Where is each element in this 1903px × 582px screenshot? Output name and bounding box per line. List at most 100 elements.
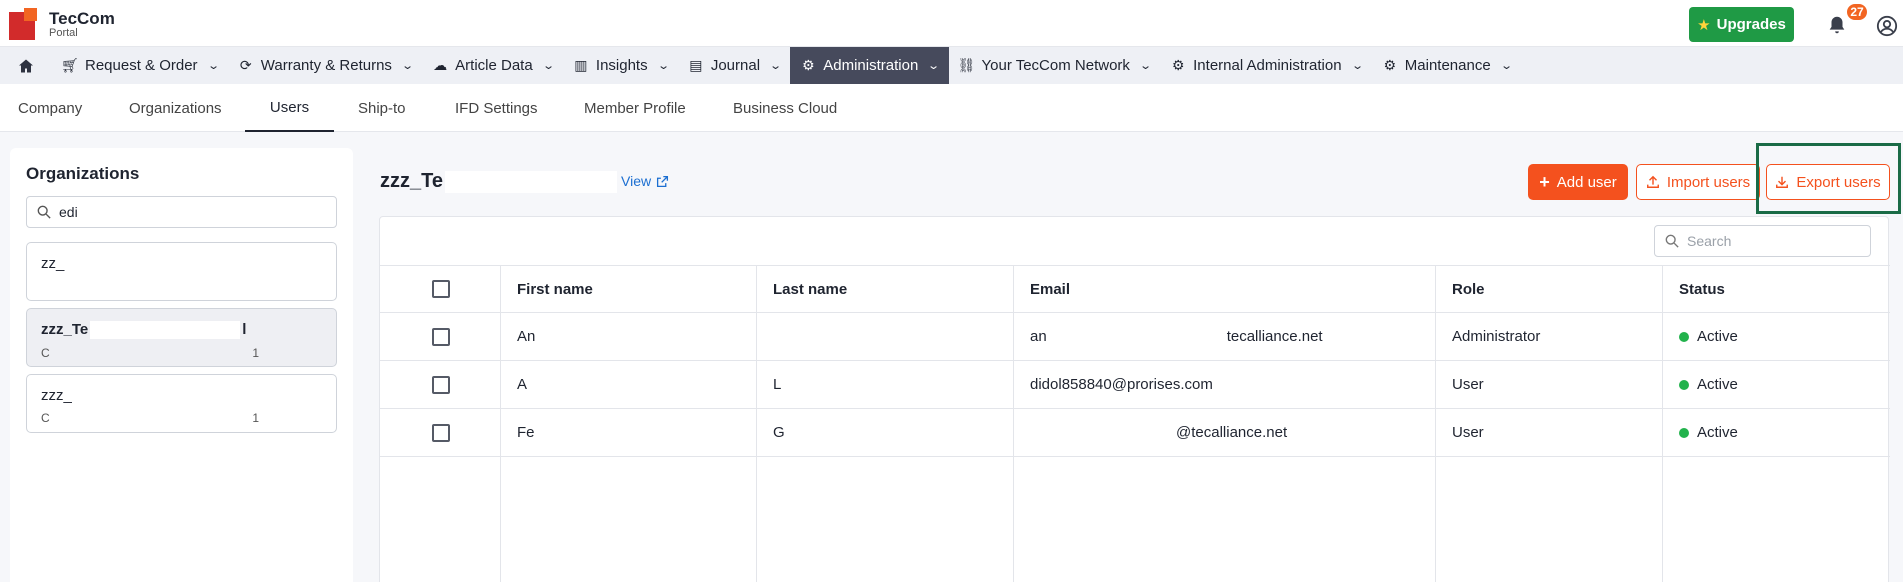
search-icon bbox=[1665, 234, 1679, 248]
cell-email: @tecalliance.net bbox=[1030, 409, 1287, 456]
search-icon bbox=[37, 205, 51, 219]
nav-administration[interactable]: ⚙︎ Administration ⌄ bbox=[790, 47, 949, 84]
table-row[interactable]: Fe G @tecalliance.net User Active bbox=[380, 409, 1890, 457]
upgrades-button[interactable]: ★ Upgrades bbox=[1689, 7, 1794, 42]
select-all-checkbox[interactable] bbox=[432, 280, 450, 298]
returns-icon: ⟳ bbox=[239, 57, 252, 73]
org-name: zzz_Te l bbox=[41, 321, 247, 340]
nav-warranty-returns[interactable]: ⟳ Warranty & Returns ⌄ bbox=[228, 47, 422, 84]
row-checkbox[interactable] bbox=[432, 327, 450, 346]
org-subtitle: C1 bbox=[41, 346, 259, 361]
status-active-icon bbox=[1679, 379, 1689, 390]
row-checkbox[interactable] bbox=[432, 423, 450, 442]
column-header-email[interactable]: Email bbox=[1030, 266, 1070, 312]
bell-icon[interactable] bbox=[1826, 14, 1848, 36]
upgrades-label: Upgrades bbox=[1716, 16, 1786, 33]
nav-label: Insights bbox=[595, 57, 648, 74]
org-list-item-selected[interactable]: zzz_Te l C1 bbox=[26, 308, 337, 367]
add-user-button[interactable]: + Add user bbox=[1528, 164, 1628, 200]
org-name: zz_ bbox=[41, 255, 65, 272]
nav-maintenance[interactable]: ⚙︎ Maintenance ⌄ bbox=[1372, 47, 1521, 84]
chevron-down-icon: ⌄ bbox=[1499, 60, 1513, 72]
external-link-icon bbox=[657, 175, 669, 187]
cogs-icon: ⚙︎ bbox=[1171, 57, 1185, 73]
nav-label: Journal bbox=[710, 57, 761, 74]
nav-home[interactable] bbox=[0, 47, 52, 84]
search-placeholder: Search bbox=[1687, 233, 1732, 249]
column-header-role[interactable]: Role bbox=[1452, 266, 1485, 312]
nav-label: Article Data bbox=[455, 57, 533, 74]
import-users-label: Import users bbox=[1666, 173, 1751, 191]
organizations-panel: Organizations edi zz_ zzz_Te l C1 zzz_ C1 bbox=[10, 148, 353, 582]
gear-icon: ⚙︎ bbox=[801, 57, 815, 73]
logo-subtitle: Portal bbox=[49, 26, 78, 39]
logo-title: TecCom bbox=[49, 8, 115, 28]
chevron-down-icon: ⌄ bbox=[541, 60, 555, 72]
page-title: zzz_Te bbox=[380, 170, 617, 193]
column-header-status[interactable]: Status bbox=[1679, 266, 1725, 312]
tab-member-profile[interactable]: Member Profile bbox=[584, 84, 686, 132]
plus-icon: + bbox=[1539, 171, 1550, 192]
sub-nav: Company Organizations Users Ship-to IFD … bbox=[0, 84, 1903, 132]
star-icon: ★ bbox=[1697, 16, 1711, 34]
nav-label: Request & Order bbox=[85, 57, 198, 74]
tab-business-cloud[interactable]: Business Cloud bbox=[733, 84, 837, 132]
link-icon: ⛓︎ bbox=[957, 57, 976, 73]
nav-label: Maintenance bbox=[1404, 57, 1491, 74]
logo-mark-icon bbox=[9, 8, 41, 40]
cell-first-name: A bbox=[517, 376, 528, 393]
cell-status: Active bbox=[1679, 361, 1738, 408]
tab-company[interactable]: Company bbox=[18, 84, 82, 132]
chevron-down-icon: ⌄ bbox=[656, 60, 670, 72]
cogs-icon: ⚙︎ bbox=[1383, 57, 1397, 73]
tab-users[interactable]: Users bbox=[245, 84, 334, 132]
users-table: Search First name Last name Email Role S… bbox=[379, 216, 1890, 582]
org-subtitle: C1 bbox=[41, 411, 259, 425]
cell-first-name: An bbox=[517, 328, 536, 345]
table-row[interactable]: An an tecalliance.net Administrator Activ… bbox=[380, 313, 1890, 361]
column-header-last-name[interactable]: Last name bbox=[773, 266, 847, 312]
org-list-item[interactable]: zzz_ C1 bbox=[26, 374, 337, 433]
notification-badge: 27 bbox=[1845, 2, 1869, 22]
organization-search-input[interactable]: edi bbox=[26, 196, 337, 228]
column-header-first-name[interactable]: First name bbox=[517, 266, 593, 312]
import-users-button[interactable]: Import users bbox=[1636, 164, 1760, 200]
nav-internal-administration[interactable]: ⚙︎ Internal Administration ⌄ bbox=[1160, 47, 1372, 84]
nav-article-data[interactable]: ☁︎ Article Data ⌄ bbox=[422, 47, 563, 84]
status-active-icon bbox=[1679, 331, 1689, 342]
cell-last-name: L bbox=[773, 376, 782, 393]
cell-status: Active bbox=[1679, 409, 1738, 456]
search-value: edi bbox=[59, 204, 78, 220]
chevron-down-icon: ⌄ bbox=[927, 60, 941, 72]
row-checkbox[interactable] bbox=[432, 375, 450, 394]
nav-label: Administration bbox=[823, 57, 919, 74]
cell-role: User bbox=[1452, 376, 1484, 393]
nav-journal[interactable]: ▤ Journal ⌄ bbox=[678, 47, 790, 84]
cart-icon: 🛒︎ bbox=[61, 57, 79, 73]
nav-your-teccom-network[interactable]: ⛓︎ Your TecCom Network ⌄ bbox=[949, 47, 1161, 84]
nav-insights[interactable]: ▥ Insights ⌄ bbox=[563, 47, 678, 84]
org-list-item[interactable]: zz_ bbox=[26, 242, 337, 301]
nav-request-order[interactable]: 🛒︎ Request & Order ⌄ bbox=[52, 47, 228, 84]
table-search-input[interactable]: Search bbox=[1654, 225, 1871, 257]
status-active-icon bbox=[1679, 427, 1689, 438]
upload-icon bbox=[1646, 175, 1659, 188]
view-link[interactable]: View bbox=[621, 173, 669, 189]
chevron-down-icon: ⌄ bbox=[769, 60, 783, 72]
user-account-icon[interactable] bbox=[1876, 15, 1898, 37]
home-icon bbox=[19, 59, 33, 72]
add-user-label: Add user bbox=[1556, 173, 1617, 191]
top-bar: TecCom Portal ★ Upgrades 27 bbox=[0, 0, 1903, 47]
table-row[interactable]: A L didol858840@prorises.com User Active bbox=[380, 361, 1890, 409]
cell-first-name: Fe bbox=[517, 424, 535, 441]
tab-ship-to[interactable]: Ship-to bbox=[358, 84, 406, 132]
cell-last-name: G bbox=[773, 424, 785, 441]
chevron-down-icon: ⌄ bbox=[206, 60, 220, 72]
bar-chart-icon: ▥ bbox=[574, 57, 588, 73]
teccom-logo[interactable]: TecCom Portal bbox=[9, 8, 115, 40]
cell-status: Active bbox=[1679, 313, 1738, 360]
tab-ifd-settings[interactable]: IFD Settings bbox=[455, 84, 538, 132]
tab-organizations[interactable]: Organizations bbox=[129, 84, 222, 132]
org-name: zzz_ bbox=[41, 387, 72, 404]
cell-role: Administrator bbox=[1452, 328, 1541, 345]
